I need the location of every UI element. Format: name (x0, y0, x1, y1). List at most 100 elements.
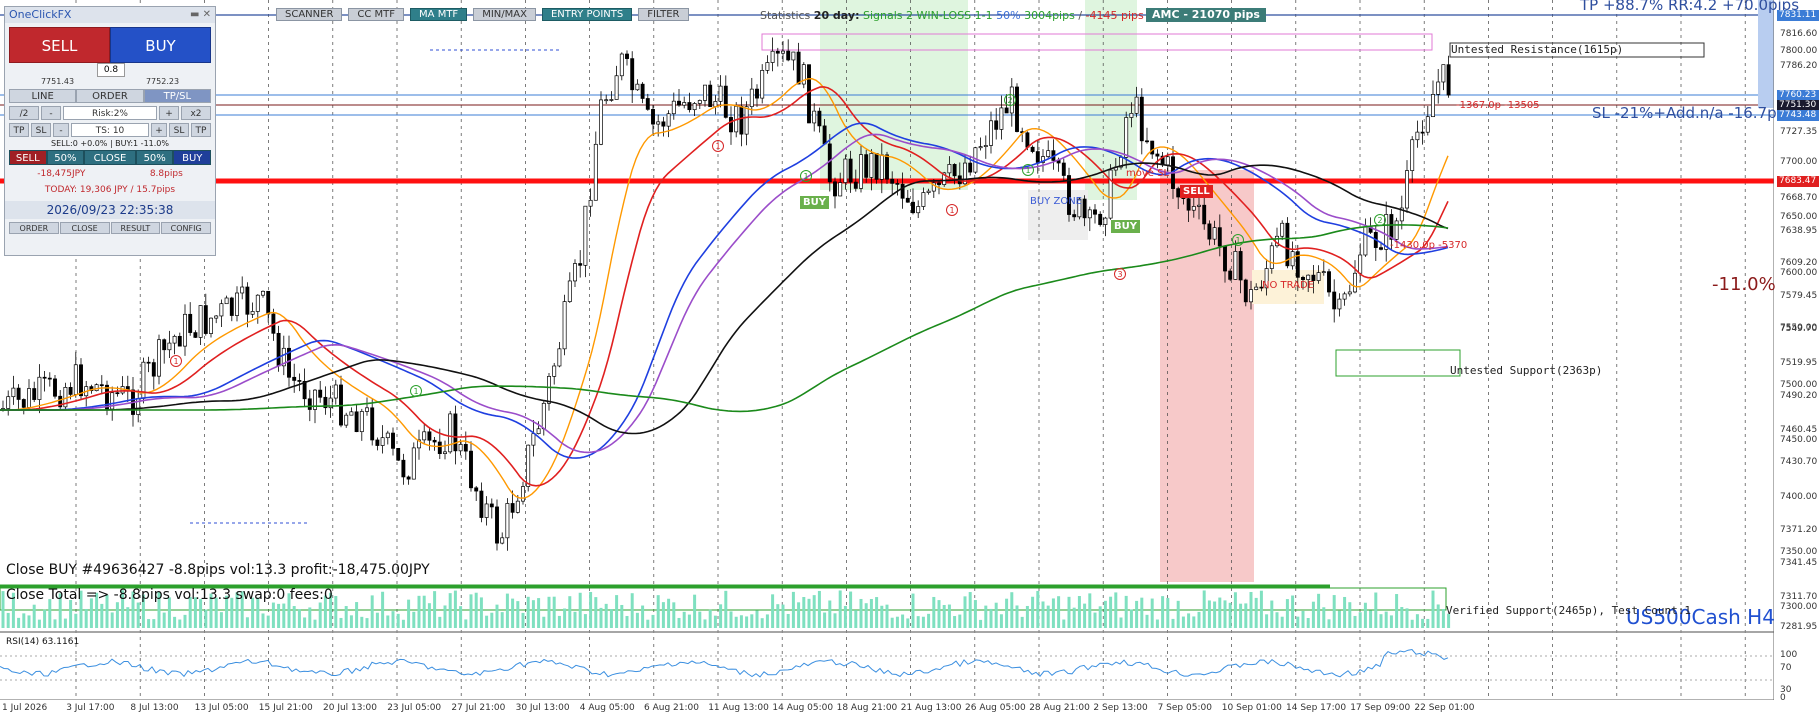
volume-bar (334, 595, 338, 628)
volume-bar (729, 611, 733, 628)
candle-body (786, 50, 791, 61)
volume-bar (771, 594, 775, 628)
candle-body (1197, 204, 1201, 207)
toolbar-button-scanner[interactable]: SCANNER (276, 8, 343, 21)
candle-body (193, 332, 198, 338)
volume-bar (199, 599, 203, 628)
candle-body (1061, 162, 1066, 176)
toolbar-button-min-max[interactable]: MIN/MAX (473, 8, 536, 21)
candle-body (276, 332, 281, 367)
candle-body (224, 297, 229, 305)
panel-window-controls[interactable]: ▬ ✕ (190, 7, 211, 23)
result-button[interactable]: RESULT (110, 222, 161, 234)
ts-minus-button[interactable]: - (53, 123, 69, 137)
order-list-button[interactable]: ORDER (9, 222, 59, 234)
date-axis[interactable]: 1 Jul 2026 3 Jul 17:00 8 Jul 13:00 13 Jul 0… (0, 700, 1774, 720)
volume-bar (849, 591, 853, 628)
stats-rate: 50% (996, 9, 1021, 22)
candle-body (172, 335, 177, 344)
tab-line[interactable]: LINE (9, 89, 77, 103)
stats-signals: Signals 2 (862, 9, 913, 22)
candle-body (661, 121, 666, 127)
candle-body (552, 365, 557, 377)
date-label: 14 Aug 05:00 (772, 703, 834, 713)
volume-bar (906, 618, 910, 628)
close-list-button[interactable]: CLOSE (59, 222, 110, 234)
risk-half-button[interactable]: /2 (9, 106, 39, 120)
price-label: 0 (1780, 693, 1786, 703)
volume-bar (1259, 590, 1263, 628)
volume-bar (1155, 619, 1159, 628)
date-label: 2 Sep 13:00 (1093, 703, 1148, 713)
candle-body (869, 153, 874, 178)
risk-field[interactable]: Risk:2% (63, 106, 157, 120)
volume-bar (1244, 603, 1248, 628)
volume-bar (1322, 607, 1326, 628)
sell-button[interactable]: SELL (9, 27, 110, 63)
lot-size-input[interactable]: 0.8 (97, 63, 125, 77)
risk-double-button[interactable]: x2 (181, 106, 211, 120)
volume-bar (349, 615, 353, 628)
tp-button-2[interactable]: TP (191, 123, 211, 137)
candle-body (229, 297, 234, 316)
close-all-button[interactable]: CLOSE (84, 150, 136, 165)
price-label: 7311.70 (1780, 592, 1818, 602)
volume-bar (589, 591, 593, 628)
risk-minus-button[interactable]: - (41, 106, 61, 120)
volume-bar (1015, 605, 1019, 628)
candle-body (1087, 209, 1092, 219)
tab-order[interactable]: ORDER (76, 89, 144, 103)
candle-body (1129, 112, 1134, 118)
toolbar-button-cc-mtf[interactable]: CC MTF (348, 8, 405, 21)
trailing-stop-field[interactable]: TS: 10 (71, 123, 149, 137)
close-sell-half-button[interactable]: 50% (46, 150, 85, 165)
sl-button-2[interactable]: SL (169, 123, 189, 137)
tp-button[interactable]: TP (9, 123, 29, 137)
volume-bar (344, 606, 348, 628)
candle-body (833, 181, 837, 197)
candle-body (1321, 271, 1326, 273)
price-label: 7638.95 (1780, 226, 1818, 236)
candle-body (989, 120, 993, 146)
date-label: 14 Sep 17:00 (1286, 703, 1347, 713)
sl-button[interactable]: SL (31, 123, 51, 137)
candle-body (921, 192, 926, 207)
close-buy-half-button[interactable]: 50% (135, 150, 174, 165)
candle-body (947, 164, 952, 174)
candle-body (443, 451, 447, 454)
date-label: 8 Jul 13:00 (130, 703, 179, 713)
ts-plus-button[interactable]: + (151, 123, 167, 137)
close-buy-button[interactable]: BUY (173, 150, 212, 165)
red-zone (1160, 170, 1254, 582)
date-label: 21 Aug 13:00 (900, 703, 962, 713)
volume-bar (828, 600, 832, 628)
candle-body (630, 58, 635, 91)
toolbar-button-filter[interactable]: FILTER (638, 8, 689, 21)
tab-tpsl[interactable]: TP/SL (143, 89, 211, 103)
volume-bar (1363, 602, 1367, 628)
close-sell-button[interactable]: SELL (9, 150, 47, 165)
volume-bar (1441, 608, 1445, 628)
position-info: SELL:0 +0.0% | BUY:1 -11.0% (51, 139, 169, 148)
volume-bar (386, 615, 390, 628)
volume-bar (927, 613, 931, 628)
volume-bar (370, 595, 374, 628)
volume-bar (1140, 597, 1144, 628)
volume-bar (661, 602, 665, 628)
volume-bar (303, 617, 307, 628)
panel-title-bar[interactable]: OneClickFX ▬ ✕ (5, 7, 215, 23)
toolbar-button-entry-points[interactable]: ENTRY POINTS (541, 8, 633, 21)
volume-bar (594, 597, 598, 628)
trade-result-label: -1367.0p -13505 (1456, 100, 1540, 111)
volume-bar (625, 615, 629, 628)
candle-body (1025, 132, 1030, 148)
risk-plus-button[interactable]: + (159, 106, 179, 120)
volume-bar (1145, 614, 1149, 628)
price-axis[interactable]: 7831.11 7816.60 7800.00 7786.20 7760.23 7751.… (1774, 0, 1820, 703)
candle-body (1425, 116, 1430, 133)
candle-body (385, 432, 390, 439)
candle-body (583, 205, 588, 266)
toolbar-button-ma-mtf[interactable]: MA MTF (410, 8, 468, 21)
config-button[interactable]: CONFIG (161, 222, 211, 234)
buy-button[interactable]: BUY (110, 27, 211, 63)
